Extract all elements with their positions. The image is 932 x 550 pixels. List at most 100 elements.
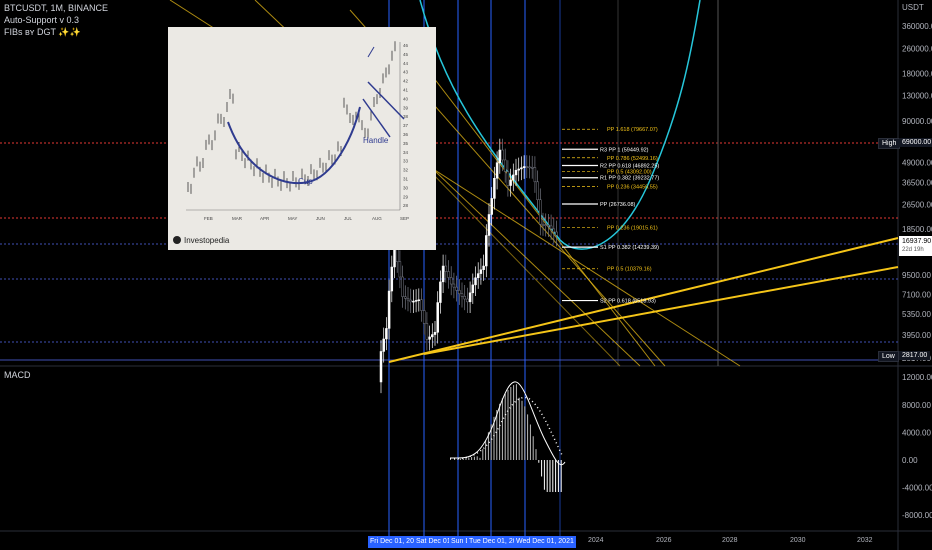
price-tick-label: 360000.00 <box>902 22 932 31</box>
candle-body <box>536 181 539 201</box>
candle-body <box>490 198 493 215</box>
year-2030: 2030 <box>790 537 806 544</box>
inset-month: MAY <box>288 216 297 221</box>
candle-body <box>390 266 394 292</box>
pivot-label: PP 0.5 (43092.00) <box>607 169 652 175</box>
macd-tick-label: 4000.00 <box>902 428 931 437</box>
price-tick-label: 5350.00 <box>902 310 931 319</box>
macd-axis-labels: 12000.00 8000.00 4000.00 0.00 -4000.00 -8000.… <box>902 373 932 520</box>
candle-body <box>401 276 404 297</box>
candle-body <box>495 162 499 179</box>
inset-scale-tick: 29 <box>403 194 409 199</box>
handle-arrow <box>367 46 375 58</box>
candle-body <box>530 166 534 169</box>
candle-body <box>544 224 547 227</box>
candle-body <box>474 277 477 286</box>
candle-body <box>466 298 469 303</box>
price-tick-label: 18500.00 <box>902 225 932 234</box>
handle-label: Handle <box>363 136 389 145</box>
candle-body <box>463 296 466 300</box>
pivot-label: PP 0.5 (10379.16) <box>607 267 652 273</box>
candle-body <box>552 228 556 233</box>
indicator-auto-support[interactable]: Auto-Support v 0.3 <box>4 15 79 25</box>
price-tick-label: 26500.00 <box>902 201 932 210</box>
inset-scale-tick: 46 <box>403 43 409 48</box>
price-tick-label: 90000.00 <box>902 117 932 126</box>
inset-scale-tick: 37 <box>403 123 409 128</box>
candle-body <box>387 290 391 329</box>
candle-body <box>406 298 410 301</box>
candle-body <box>493 177 496 199</box>
inset-month: JUN <box>316 216 325 221</box>
inset-month: SEP <box>400 216 409 221</box>
candle-body <box>433 332 437 335</box>
pivot-label: S1 PP 0.382 (14239.39) <box>600 245 659 251</box>
indicator-fibs[interactable]: FIBs ʙʏ DGT ✨✨ <box>4 27 81 38</box>
price-tick-label: 180000.00 <box>902 69 932 78</box>
pivot-levels: PP 1.618 (79667.07) R3 PP 1 (59449.92) PP … <box>562 127 659 305</box>
inset-scale-tick: 28 <box>403 203 409 208</box>
candle-body <box>395 248 399 262</box>
inset-month: MAR <box>232 216 243 221</box>
year-2026: 2026 <box>656 537 672 544</box>
candle-body <box>398 261 402 278</box>
macd-tick-label: 0.00 <box>902 456 918 465</box>
candle-body <box>506 171 510 186</box>
price-tick-label: 9500.00 <box>902 271 931 280</box>
pivot-label: R1 PP 0.382 (39232.77) <box>600 176 659 182</box>
candle-body <box>439 281 442 303</box>
year-2024: 2024 <box>588 537 604 544</box>
inset-scale-tick: 44 <box>403 61 409 66</box>
candle-body <box>428 336 431 340</box>
inset-scale-tick: 35 <box>403 141 409 146</box>
candle-body <box>525 166 529 168</box>
candle-body <box>512 174 515 181</box>
candle-body <box>449 277 453 285</box>
macd-title[interactable]: MACD <box>4 370 31 380</box>
inset-scale-tick: 43 <box>403 70 409 75</box>
candle-body <box>549 225 553 230</box>
candle-body <box>412 300 415 303</box>
candle-body <box>485 235 488 267</box>
candle-body <box>479 269 483 274</box>
price-tick-label: 260000.00 <box>902 44 932 53</box>
inset-scale-tick: 34 <box>403 150 409 155</box>
candle-body <box>382 338 385 352</box>
candle-body <box>555 231 558 236</box>
candle-body <box>422 310 426 324</box>
chart-canvas[interactable]: PP 1.618 (79667.07) R3 PP 1 (59449.92) PP … <box>0 0 932 550</box>
candle-body <box>379 351 383 383</box>
date-flag-2021: Wed Dec 01, 2021 <box>514 536 576 548</box>
candle-body <box>482 265 485 270</box>
macd-tick-label: -4000.00 <box>902 484 932 493</box>
inset-scale-tick: 45 <box>403 52 409 57</box>
candle-body <box>539 199 542 225</box>
candle-body <box>471 284 475 294</box>
candle-body <box>503 159 507 172</box>
inset-scale-tick: 31 <box>403 177 409 182</box>
candle-body <box>444 265 448 272</box>
pivot-label: PP 0.236 (19015.61) <box>607 225 658 231</box>
price-tick-label: 36500.00 <box>902 179 932 188</box>
candle-body <box>447 271 450 278</box>
candle-body <box>414 300 418 302</box>
candle-body <box>501 149 504 161</box>
candle-body <box>417 299 421 301</box>
inset-scale-tick: 33 <box>403 159 409 164</box>
candle-body <box>528 166 531 169</box>
cup-arc <box>227 106 361 185</box>
inset-month: AUG <box>372 216 382 221</box>
candle-body <box>452 283 456 288</box>
high-badge-label: High <box>878 138 901 149</box>
pivot-label: PP 1.618 (79667.07) <box>607 127 658 133</box>
macd-tick-label: 12000.00 <box>902 373 932 382</box>
inset-month: APR <box>260 216 270 221</box>
candle-body <box>393 248 396 268</box>
price-tick-label: 49000.00 <box>902 159 932 168</box>
inset-month-labels: FEB MAR APR MAY JUN JUL AUG SEP <box>204 216 409 221</box>
pivot-label: PP (26736.08) <box>600 202 636 208</box>
pivot-label: PP 0.786 (52499.16) <box>607 156 658 162</box>
price-tick-label: 7100.00 <box>902 291 931 300</box>
candle-body <box>547 225 550 227</box>
symbol-title[interactable]: BTCUSDT, 1M, BINANCE <box>4 3 108 13</box>
